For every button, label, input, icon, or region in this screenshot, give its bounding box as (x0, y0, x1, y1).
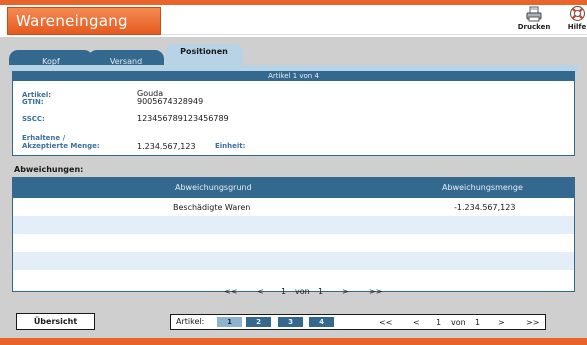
article-pager-first-button[interactable]: << (379, 318, 392, 327)
help-button[interactable]: Hilfe (562, 5, 587, 31)
menge-value: 1.234.567,123 (137, 142, 196, 151)
table-row[interactable] (13, 252, 574, 270)
pager-current-page: 1 (281, 287, 287, 296)
sscc-label: SSCC: (22, 115, 45, 123)
app-title: Wareneingang (16, 12, 128, 30)
article-pager-prev-button[interactable]: < (413, 318, 420, 327)
deviations-table-header: Abweichungsgrund Abweichungsmenge (13, 178, 574, 198)
article-pager-of-text: von (451, 318, 466, 327)
article-pager-current: 1 (436, 318, 442, 327)
main-content: Kopf Versand Positionen Artikel 1 von 4 … (0, 37, 587, 338)
gtin-label: GTIN: (22, 98, 44, 106)
lifebuoy-icon (569, 6, 585, 21)
pager-last-button[interactable]: >> (369, 287, 382, 296)
pager-next-button[interactable]: > (342, 287, 349, 296)
pager-of-text: von (295, 287, 310, 296)
app-title-box: Wareneingang (7, 7, 161, 35)
article-button-4[interactable]: 4 (309, 317, 334, 327)
menge-label-line1: Erhaltene / (22, 134, 66, 142)
article-pager-last-button[interactable]: >> (526, 318, 539, 327)
deviations-table: Abweichungsgrund Abweichungsmenge Beschä… (12, 177, 575, 292)
bottom-accent-stripe (0, 338, 587, 345)
article-pager-next-button[interactable]: > (498, 318, 505, 327)
pager-total-pages: 1 (318, 287, 324, 296)
article-button-3[interactable]: 3 (278, 317, 303, 327)
article-button-1[interactable]: 1 (217, 317, 242, 327)
cell-menge: -1.234.567,123 (454, 203, 516, 212)
deviations-label: Abweichungen: (14, 165, 84, 174)
printer-icon (526, 6, 542, 22)
pager-first-button[interactable]: << (224, 287, 237, 296)
column-header-menge: Abweichungsmenge (442, 183, 523, 192)
menge-label-line2: Akzeptierte Menge: (22, 142, 100, 150)
article-navigation: Artikel: 1 2 3 4 << < 1 von 1 > >> (170, 314, 546, 330)
pager-prev-button[interactable]: < (257, 287, 264, 296)
column-header-grund: Abweichungsgrund (175, 183, 252, 192)
table-row[interactable] (13, 216, 574, 234)
cell-grund: Beschädigte Waren (173, 203, 251, 212)
article-button-2[interactable]: 2 (246, 317, 271, 327)
help-label: Hilfe (567, 23, 587, 31)
table-row[interactable]: Beschädigte Waren -1.234.567,123 (13, 198, 574, 216)
article-panel-header: Artikel 1 von 4 (13, 72, 574, 81)
overview-button[interactable]: Übersicht (16, 313, 95, 330)
gtin-value: 9005674328949 (137, 97, 204, 106)
article-panel: Artikel 1 von 4 Artikel: Gouda GTIN: 900… (12, 71, 575, 156)
einheit-label: Einheit: (215, 142, 246, 150)
print-button[interactable]: Drucken (513, 5, 555, 31)
header-divider (161, 34, 587, 35)
table-row[interactable] (13, 270, 574, 288)
article-pager-total: 1 (475, 318, 481, 327)
articles-nav-label: Artikel: (176, 317, 205, 326)
table-row[interactable] (13, 234, 574, 252)
app-header: Wareneingang Drucken Hilfe (0, 5, 587, 37)
print-label: Drucken (517, 23, 551, 31)
sscc-value: 123456789123456789 (137, 114, 229, 123)
